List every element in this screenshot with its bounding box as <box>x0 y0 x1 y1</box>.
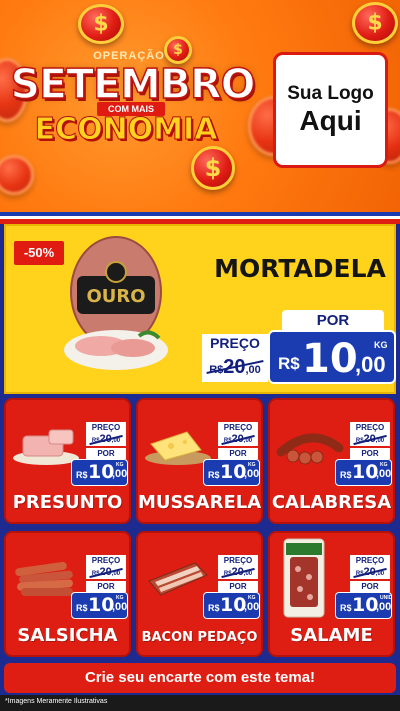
presunto-image <box>13 429 79 465</box>
new-price: R$ 10 ,00 KG <box>268 330 396 384</box>
dollar-coin-icon: $ <box>78 4 124 44</box>
product-card-mussarela[interactable]: PREÇO R$20,00 POR R$10,00KG MUSSARELA <box>136 398 263 524</box>
new-price: R$ 10,00 KG <box>71 592 128 619</box>
product-card-calabresa[interactable]: PREÇO R$20,00 POR R$10,00KG CALABRESA <box>268 398 395 524</box>
product-name: SALSICHA <box>17 625 118 646</box>
new-price: R$ 10,00 UNID <box>335 592 392 619</box>
dollar-coin-icon: $ <box>352 2 398 44</box>
product-name: CALABRESA <box>271 492 392 513</box>
featured-product-card[interactable]: -50% OURO MORTADELA PREÇO R$20,00 POR R$… <box>4 224 396 394</box>
old-price: R$20,00 <box>86 566 126 579</box>
new-price-label: POR <box>218 448 258 459</box>
setembro-title: SETEMBRO <box>10 59 257 109</box>
product-name: BACON PEDAÇO <box>141 630 258 645</box>
salame-package-image <box>283 538 325 618</box>
old-price-label: PREÇO <box>86 422 126 433</box>
new-price-label: POR <box>86 448 126 459</box>
logo-text-line1: Sua Logo <box>287 83 374 104</box>
calabresa-image <box>276 433 344 465</box>
old-price-label: PREÇO <box>350 555 390 566</box>
old-price: R$20,00 <box>218 433 258 446</box>
salsicha-image <box>15 561 73 596</box>
old-price: R$20,00 <box>86 433 126 446</box>
old-price-label: PREÇO <box>218 555 258 566</box>
cta-banner[interactable]: Crie seu encarte com este tema! <box>4 663 396 693</box>
old-price: R$20,00 <box>350 433 390 446</box>
product-card-presunto[interactable]: PREÇO R$20,00 POR R$10,00KG PRESUNTO <box>4 398 131 524</box>
old-price-label: PREÇO <box>202 334 268 352</box>
disclaimer-text: *Imagens Meramente Ilustrativas <box>5 698 108 705</box>
product-card-salsicha[interactable]: PREÇO R$20,00 POR R$10,00KG SALSICHA <box>4 531 131 657</box>
header-banner: $ $ $ $ OPERAÇÃO SETEMBRO COM MAIS ECONO… <box>0 0 400 212</box>
old-price-label: PREÇO <box>218 422 258 433</box>
new-price-label: POR <box>218 581 258 592</box>
product-name: SALAME <box>290 625 373 646</box>
new-price-label: POR <box>350 448 390 459</box>
new-price: R$ 10,00 KG <box>203 459 260 486</box>
logo-text-line2: Aqui <box>299 105 362 136</box>
new-price: R$ 10,00 KG <box>203 592 260 619</box>
mortadela-image: OURO <box>64 236 168 370</box>
new-price-label: POR <box>282 310 384 332</box>
old-price: R$20,00 <box>218 566 258 579</box>
economia-title: ECONOMIA <box>34 112 218 148</box>
footer-bar: *Imagens Meramente Ilustrativas <box>0 695 400 711</box>
new-price: R$ 10,00 KG <box>71 459 128 486</box>
brand-text: OURO <box>86 286 145 307</box>
mussarela-image <box>145 431 211 465</box>
dollar-coin-icon <box>0 155 34 195</box>
new-price-label: POR <box>350 581 390 592</box>
product-name: MUSSARELA <box>138 492 262 513</box>
new-price: R$ 10,00 KG <box>335 459 392 486</box>
product-card-salame[interactable]: PREÇO R$20,00 POR R$10,00UNID SALAME <box>268 531 395 657</box>
old-price-label: PREÇO <box>350 422 390 433</box>
old-price-label: PREÇO <box>86 555 126 566</box>
discount-badge: -50% <box>14 241 64 265</box>
dollar-coin-icon: $ <box>191 146 235 190</box>
old-price: R$20,00 <box>350 566 390 579</box>
bacon-image <box>148 562 208 596</box>
featured-product-name: MORTADELA <box>214 254 386 283</box>
old-price: R$20,00 <box>202 352 268 382</box>
store-logo-placeholder[interactable]: Sua Logo Aqui <box>273 52 388 168</box>
product-card-bacon-pedaco[interactable]: PREÇO R$20,00 POR R$10,00KG BACON PEDAÇO <box>136 531 263 657</box>
product-name: PRESUNTO <box>12 492 123 513</box>
new-price-label: POR <box>86 581 126 592</box>
